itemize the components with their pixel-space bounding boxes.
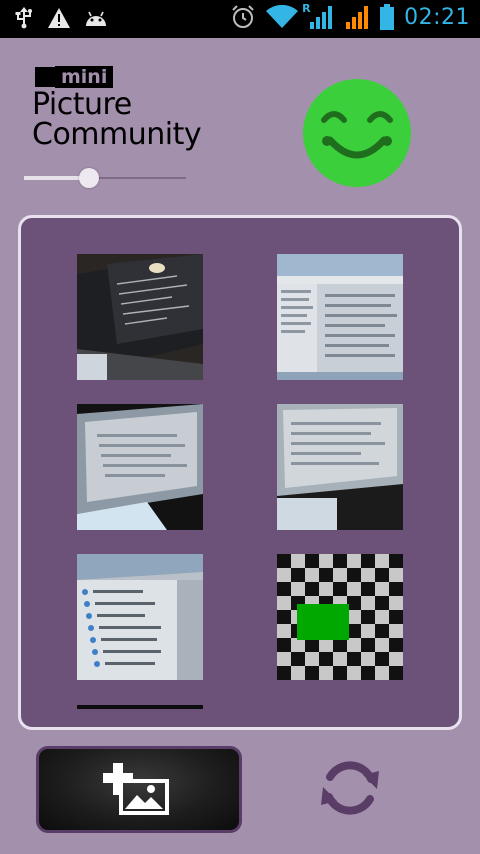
clock: 02:21: [404, 4, 470, 30]
thumbnail-photo-monitor-dark[interactable]: [77, 404, 203, 530]
battery-icon: [380, 4, 395, 30]
refresh-icon: [319, 761, 381, 823]
logo-mini-text: mini: [55, 66, 114, 88]
size-slider[interactable]: [24, 168, 186, 188]
thumbnail-photo-file-explorer[interactable]: [277, 254, 403, 380]
picture-grid[interactable]: [18, 215, 462, 730]
status-bar: R 02:21: [0, 0, 480, 38]
signal-roaming-icon: [344, 4, 370, 30]
logo-title-line2: Community: [32, 117, 202, 152]
thumbnail-photo-terminal-screen[interactable]: [77, 254, 203, 380]
thumbnail-next-row-peek: [77, 705, 203, 709]
slider-thumb[interactable]: [79, 168, 99, 188]
add-picture-button[interactable]: [36, 746, 242, 833]
smiley-status-icon[interactable]: [302, 78, 412, 188]
signal-icon: R: [302, 2, 334, 30]
add-picture-icon: [103, 763, 175, 821]
logo-mini-badge: mini: [35, 66, 114, 88]
alarm-icon: [230, 4, 256, 30]
thumbnail-photo-project-tree[interactable]: [77, 554, 203, 680]
warning-icon: [48, 8, 70, 28]
thumbnail-photo-monitor-tilted[interactable]: [277, 404, 403, 530]
thumbnail-checkerboard-test-image[interactable]: [277, 554, 403, 680]
logo-title-line1: Picture: [32, 87, 132, 122]
usb-icon: [14, 7, 34, 29]
wifi-icon: [266, 5, 299, 29]
app-logo: mini Picture Community: [30, 64, 220, 159]
android-debug-icon: [84, 9, 108, 27]
roaming-indicator: R: [302, 2, 311, 15]
refresh-button[interactable]: [319, 757, 381, 819]
